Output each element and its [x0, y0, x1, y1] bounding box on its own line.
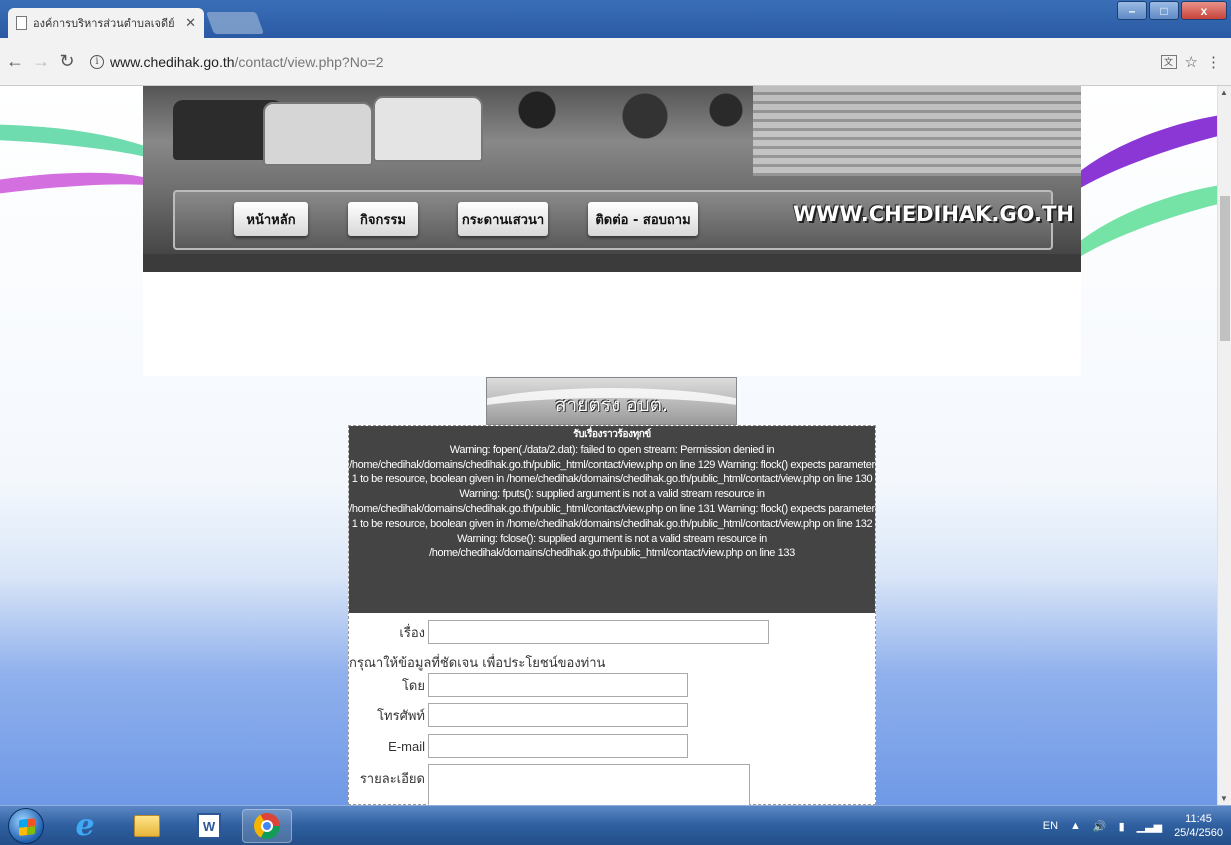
bookmark-star-icon[interactable]: ☆ [1185, 53, 1198, 71]
close-window-button[interactable]: x [1181, 1, 1227, 20]
back-arrow-icon[interactable]: ← [4, 50, 26, 74]
window-controls: – □ x [1117, 1, 1227, 20]
banner-photo-stairs [753, 86, 1081, 176]
chrome-icon [254, 813, 280, 839]
translate-icon[interactable]: 文 [1160, 54, 1177, 69]
forward-arrow-icon[interactable]: → [30, 50, 52, 74]
email-row: E-mail [349, 734, 688, 758]
clock-time: 11:45 [1185, 813, 1212, 825]
start-button[interactable] [8, 808, 44, 844]
system-tray: EN ▲ 🔊 ▮ ▁▃▅ 11:45 25/4/2560 [1043, 806, 1223, 845]
file-explorer-icon [134, 815, 160, 837]
close-tab-icon[interactable]: ✕ [185, 15, 196, 31]
clock[interactable]: 11:45 25/4/2560 [1174, 812, 1223, 840]
taskbar-explorer[interactable] [122, 809, 172, 843]
by-label: โดย [401, 677, 425, 693]
windows-taskbar: e W EN ▲ 🔊 ▮ ▁▃▅ 11:45 25/4/2560 [0, 805, 1231, 845]
banner-photo-car [263, 102, 373, 166]
browser-tab[interactable]: องค์การบริหารส่วนตำบลเจดีย์ ✕ [8, 8, 204, 38]
taskbar-chrome[interactable] [242, 809, 292, 843]
content-blank-area [143, 272, 1081, 376]
windows-logo-icon [19, 818, 35, 836]
detail-textarea[interactable] [428, 764, 750, 805]
browser-tabstrip: องค์การบริหารส่วนตำบลเจดีย์ ✕ – □ x [0, 0, 1231, 38]
signal-icon[interactable]: ▁▃▅ [1137, 820, 1162, 833]
address-bar[interactable]: i www.chedihak.go.th/contact/view.php?No… [86, 47, 1161, 77]
form-title: รับเรื่องราวร้องทุกข์ [573, 429, 651, 440]
browser-toolbar: ← → ↻ i www.chedihak.go.th/contact/view.… [0, 38, 1231, 86]
tab-title: องค์การบริหารส่วนตำบลเจดีย์ [33, 18, 175, 30]
by-row: โดย [349, 673, 688, 697]
subject-row: เรื่อง [349, 620, 769, 644]
url-host: www.chedihak.go.th [110, 53, 235, 70]
scroll-down-icon[interactable]: ▼ [1220, 794, 1228, 803]
reload-icon[interactable]: ↻ [56, 50, 78, 74]
network-icon[interactable]: ▮ [1119, 820, 1125, 833]
hotline-banner: สายตรง อบต. [486, 377, 737, 425]
taskbar-word[interactable]: W [184, 809, 234, 843]
scroll-up-icon[interactable]: ▲ [1220, 88, 1228, 97]
phone-label: โทรศัพท์ [377, 707, 425, 723]
clock-date: 25/4/2560 [1174, 827, 1223, 839]
url-text[interactable]: www.chedihak.go.th/contact/view.php?No=2 [110, 54, 384, 70]
site-banner: หน้าหลัก กิจกรรม กระดานเสวนา ติดต่อ - สอ… [143, 86, 1081, 272]
show-hidden-icons-icon[interactable]: ▲ [1070, 820, 1081, 832]
menu-contact-button[interactable]: ติดต่อ - สอบถาม [588, 202, 698, 236]
page-scrollbar[interactable]: ▲ ▼ [1217, 86, 1231, 805]
subject-label: เรื่อง [399, 624, 425, 640]
php-warning-box: รับเรื่องราวร้องทุกข์ Warning: fopen(./d… [349, 426, 875, 613]
php-warning-text: Warning: fopen(./data/2.dat): failed to … [349, 443, 875, 560]
banner-floor [143, 254, 1081, 272]
hotline-label: สายตรง อบต. [554, 394, 669, 416]
phone-input[interactable] [428, 703, 688, 727]
language-indicator[interactable]: EN [1043, 820, 1058, 832]
page-icon [16, 16, 27, 30]
detail-row: รายละเอียด [349, 764, 750, 805]
word-icon: W [197, 813, 221, 839]
scroll-thumb[interactable] [1220, 196, 1230, 341]
maximize-button[interactable]: □ [1149, 1, 1179, 20]
email-input[interactable] [428, 734, 688, 758]
taskbar-ie[interactable]: e [60, 809, 110, 843]
menu-activities-button[interactable]: กิจกรรม [348, 202, 418, 236]
url-path: /contact/view.php?No=2 [234, 53, 384, 70]
menu-home-button[interactable]: หน้าหลัก [234, 202, 308, 236]
banner-photo-car [373, 96, 483, 162]
menu-dots-icon[interactable]: ⋮ [1206, 53, 1221, 71]
email-label: E-mail [388, 738, 425, 754]
form-hint: กรุณาให้ข้อมูลที่ชัดเจน เพื่อประโยชน์ของ… [349, 656, 606, 671]
phone-row: โทรศัพท์ [349, 703, 688, 727]
subject-input[interactable] [428, 620, 769, 644]
page-viewport: หน้าหลัก กิจกรรม กระดานเสวนา ติดต่อ - สอ… [0, 86, 1217, 805]
by-input[interactable] [428, 673, 688, 697]
minimize-button[interactable]: – [1117, 1, 1147, 20]
internet-explorer-icon: e [75, 808, 95, 843]
complaint-form: รับเรื่องราวร้องทุกข์ Warning: fopen(./d… [348, 425, 876, 805]
banner-photo-trees [483, 86, 753, 146]
new-tab-button[interactable] [205, 12, 265, 34]
detail-label: รายละเอียด [359, 771, 425, 786]
info-icon[interactable]: i [90, 54, 104, 69]
site-name-logo: WWW.CHEDIHAK.GO.TH [793, 202, 1074, 226]
volume-icon[interactable]: 🔊 [1093, 820, 1107, 833]
menu-forum-button[interactable]: กระดานเสวนา [458, 202, 548, 236]
